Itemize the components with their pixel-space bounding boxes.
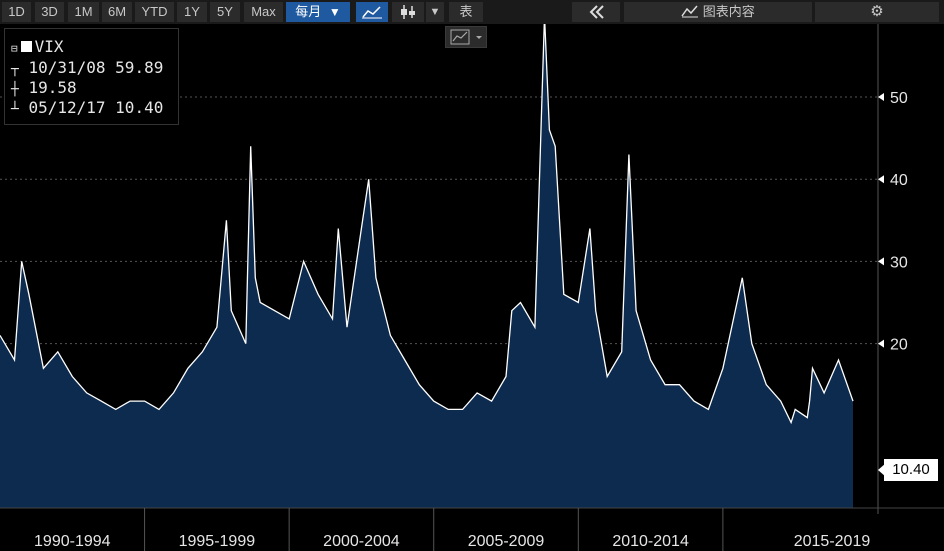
y-tick-label: 20 <box>890 337 908 354</box>
legend-high-value: 59.89 <box>115 58 164 77</box>
y-tick-label: 40 <box>890 172 908 189</box>
candlestick-icon <box>401 5 415 19</box>
range-max-button[interactable]: Max <box>244 2 283 22</box>
legend-low-date: 05/12/17 <box>28 98 106 117</box>
low-marker-icon: ┴ <box>11 102 19 117</box>
range-3d-button[interactable]: 3D <box>35 2 64 22</box>
y-tick <box>878 257 884 266</box>
x-tick-label: 2005-2009 <box>468 533 545 550</box>
y-tick-label: 60 <box>890 24 908 25</box>
x-tick-label: 2015-2019 <box>794 533 871 550</box>
y-tick <box>878 339 884 348</box>
range-ytd-button[interactable]: YTD <box>135 2 174 22</box>
legend-mid-row: ┼ 19.58 <box>11 78 77 97</box>
range-1y-button[interactable]: 1Y <box>177 2 207 22</box>
legend-low-value: 10.40 <box>115 98 164 117</box>
legend-high-date: 10/31/08 <box>28 58 106 77</box>
y-tick-label: 30 <box>890 254 908 271</box>
x-tick-label: 2000-2004 <box>323 533 400 550</box>
chart-icon <box>681 5 699 18</box>
toolbar: 1D 3D 1M 6M YTD 1Y 5Y Max 每月 ▼ ▼ 表 图表内容 … <box>0 0 944 24</box>
chart-type-selector[interactable] <box>445 26 487 48</box>
range-5y-button[interactable]: 5Y <box>210 2 240 22</box>
double-chevron-left-icon <box>589 5 604 19</box>
chevron-down-icon: ▼ <box>328 5 341 19</box>
legend-low-row: ┴ 05/12/17 10.40 <box>11 98 163 117</box>
legend-high-row: ┬ 10/31/08 59.89 <box>11 58 163 77</box>
x-tick-label: 1990-1994 <box>34 533 111 550</box>
line-chart-icon <box>362 6 382 19</box>
y-tick <box>878 175 884 184</box>
chart-legend: ⊟ VIX ┬ 10/31/08 59.89 ┼ 19.58 ┴ 05/12/17… <box>4 28 179 125</box>
legend-title-row: ⊟ VIX <box>11 37 64 56</box>
chevron-down-icon[interactable]: ▼ <box>426 2 444 22</box>
settings-button[interactable]: ⚙ <box>815 2 939 22</box>
line-chart-button[interactable] <box>356 2 388 22</box>
price-pointer-icon <box>878 463 886 477</box>
gear-icon: ⚙ <box>870 3 884 20</box>
x-tick-label: 2010-2014 <box>612 533 689 550</box>
last-price-label: 10.40 <box>884 459 938 481</box>
frequency-label: 每月 <box>295 4 322 19</box>
chart-content-label: 图表内容 <box>702 4 755 19</box>
line-chart-icon <box>450 29 482 45</box>
legend-mid-value: 19.58 <box>28 78 77 97</box>
series-swatch-icon <box>20 41 32 52</box>
chart-content-button[interactable]: 图表内容 <box>624 2 812 22</box>
range-1d-button[interactable]: 1D <box>2 2 31 22</box>
candlestick-button[interactable] <box>392 2 424 22</box>
y-tick-label: 50 <box>890 90 908 107</box>
frequency-dropdown[interactable]: 每月 ▼ <box>286 2 350 22</box>
high-marker-icon: ┬ <box>11 62 19 77</box>
collapse-button[interactable] <box>572 2 620 22</box>
collapse-icon[interactable]: ⊟ <box>11 42 18 55</box>
range-6m-button[interactable]: 6M <box>102 2 132 22</box>
average-marker-icon: ┼ <box>11 82 19 97</box>
table-button[interactable]: 表 <box>449 2 483 22</box>
legend-title: VIX <box>34 37 64 56</box>
x-tick-label: 1995-1999 <box>179 533 256 550</box>
range-1m-button[interactable]: 1M <box>68 2 99 22</box>
y-tick <box>878 93 884 101</box>
